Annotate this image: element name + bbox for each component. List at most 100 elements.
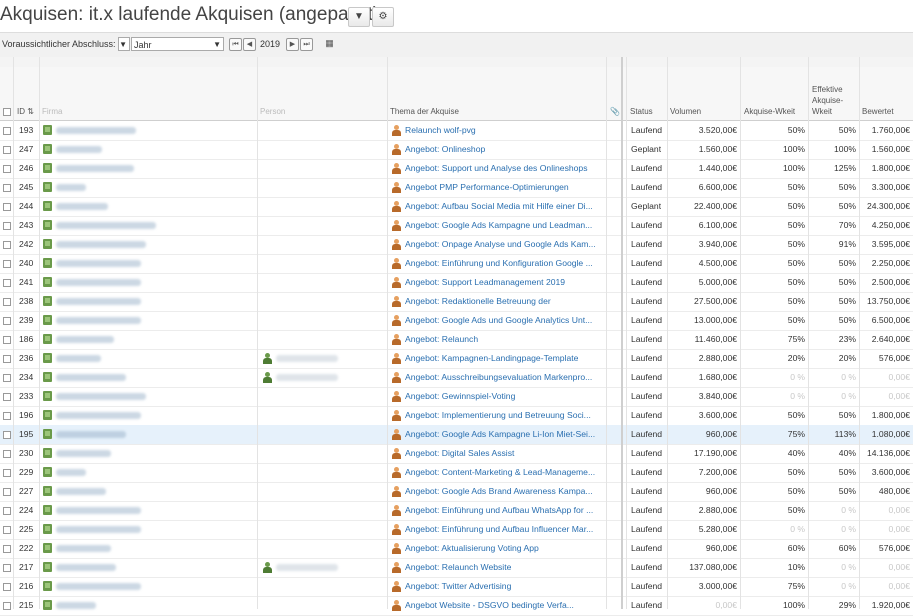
- table-row[interactable]: 238 Angebot: Redaktionelle Betreuung der L…: [0, 292, 913, 312]
- acquisition-topic-link[interactable]: Angebot: Gewinnspiel-Voting: [405, 387, 603, 406]
- company-name-redacted[interactable]: [56, 298, 141, 305]
- view-dropdown-button[interactable]: ▼: [348, 7, 370, 27]
- row-checkbox[interactable]: [3, 431, 11, 439]
- company-name-redacted[interactable]: [56, 526, 141, 533]
- table-row[interactable]: 196 Angebot: Implementierung und Betreuun…: [0, 406, 913, 426]
- table-row[interactable]: 242 Angebot: Onpage Analyse und Google Ad…: [0, 235, 913, 255]
- acquisition-topic-link[interactable]: Angebot: Google Ads und Google Analytics…: [405, 311, 603, 330]
- company-name-redacted[interactable]: [56, 127, 136, 134]
- settings-button[interactable]: ⚙: [372, 7, 394, 27]
- col-bewertet[interactable]: Bewertet: [862, 106, 894, 117]
- company-name-redacted[interactable]: [56, 507, 141, 514]
- row-checkbox[interactable]: [3, 241, 11, 249]
- company-name-redacted[interactable]: [56, 336, 114, 343]
- company-name-redacted[interactable]: [56, 450, 111, 457]
- table-row[interactable]: 222 Angebot: Aktualisierung Voting App Lau…: [0, 539, 913, 559]
- col-firma[interactable]: Firma: [42, 106, 62, 117]
- acquisition-topic-link[interactable]: Angebot: Digital Sales Assist: [405, 444, 603, 463]
- table-row[interactable]: 186 Angebot: Relaunch Laufend 11.460,00€ 75%…: [0, 330, 913, 350]
- next-period-button[interactable]: ▶: [286, 38, 299, 51]
- col-eff-wkeit[interactable]: Effektive Akquise- Wkeit: [812, 84, 843, 117]
- row-checkbox[interactable]: [3, 526, 11, 534]
- table-row[interactable]: 195 Angebot: Google Ads Kampagne Li-Ion M…: [0, 425, 913, 445]
- calendar-icon[interactable]: ▦: [324, 38, 335, 49]
- person-name-redacted[interactable]: [276, 374, 338, 381]
- row-checkbox[interactable]: [3, 336, 11, 344]
- row-checkbox[interactable]: [3, 146, 11, 154]
- company-name-redacted[interactable]: [56, 374, 126, 381]
- acquisition-topic-link[interactable]: Angebot: Einführung und Aufbau WhatsApp …: [405, 501, 603, 520]
- acquisition-topic-link[interactable]: Angebot: Content-Marketing & Lead-Manage…: [405, 463, 603, 482]
- acquisition-topic-link[interactable]: Angebot: Kampagnen-Landingpage-Template: [405, 349, 603, 368]
- acquisition-topic-link[interactable]: Angebot: Einführung und Konfiguration Go…: [405, 254, 603, 273]
- row-checkbox[interactable]: [3, 279, 11, 287]
- first-period-button[interactable]: ⏮: [229, 38, 242, 51]
- acquisition-topic-link[interactable]: Angebot: Support Leadmanagement 2019: [405, 273, 603, 292]
- table-row[interactable]: 227 Angebot: Google Ads Brand Awareness K…: [0, 482, 913, 502]
- row-checkbox[interactable]: [3, 412, 11, 420]
- acquisition-topic-link[interactable]: Angebot: Onlineshop: [405, 140, 603, 159]
- company-name-redacted[interactable]: [56, 488, 106, 495]
- acquisition-topic-link[interactable]: Angebot: Google Ads Kampagne und Leadman…: [405, 216, 603, 235]
- company-name-redacted[interactable]: [56, 564, 116, 571]
- row-checkbox[interactable]: [3, 507, 11, 515]
- table-row[interactable]: 230 Angebot: Digital Sales Assist Laufend 1…: [0, 444, 913, 464]
- company-name-redacted[interactable]: [56, 412, 141, 419]
- row-checkbox[interactable]: [3, 564, 11, 572]
- col-id[interactable]: ID ⇅: [17, 106, 34, 117]
- acquisition-topic-link[interactable]: Angebot: Redaktionelle Betreuung der: [405, 292, 603, 311]
- col-volumen[interactable]: Volumen: [670, 106, 701, 117]
- row-checkbox[interactable]: [3, 203, 11, 211]
- table-row[interactable]: 240 Angebot: Einführung und Konfiguration…: [0, 254, 913, 274]
- acquisition-topic-link[interactable]: Angebot: Implementierung und Betreuung S…: [405, 406, 603, 425]
- row-checkbox[interactable]: [3, 184, 11, 192]
- person-name-redacted[interactable]: [276, 355, 338, 362]
- table-row[interactable]: 193 Relaunch wolf-pvg Laufend 3.520,00€ 50% 5…: [0, 121, 913, 141]
- acquisition-topic-link[interactable]: Angebot: Aktualisierung Voting App: [405, 539, 603, 558]
- acquisition-topic-link[interactable]: Angebot Website - DSGVO bedingte Verfa..…: [405, 596, 603, 615]
- company-name-redacted[interactable]: [56, 583, 141, 590]
- table-row[interactable]: 247 Angebot: Onlineshop Geplant 1.560,00€ 10…: [0, 140, 913, 160]
- last-period-button[interactable]: ⏭: [300, 38, 313, 51]
- company-name-redacted[interactable]: [56, 431, 126, 438]
- row-checkbox[interactable]: [3, 317, 11, 325]
- acquisition-topic-link[interactable]: Angebot: Relaunch Website: [405, 558, 603, 577]
- table-row[interactable]: 241 Angebot: Support Leadmanagement 2019 L…: [0, 273, 913, 293]
- row-checkbox[interactable]: [3, 545, 11, 553]
- table-row[interactable]: 224 Angebot: Einführung und Aufbau WhatsA…: [0, 501, 913, 521]
- company-name-redacted[interactable]: [56, 602, 96, 609]
- row-checkbox[interactable]: [3, 488, 11, 496]
- company-name-redacted[interactable]: [56, 165, 134, 172]
- col-status[interactable]: Status: [630, 106, 653, 117]
- acquisition-topic-link[interactable]: Angebot: Einführung und Aufbau Influence…: [405, 520, 603, 539]
- table-row[interactable]: 216 Angebot: Twitter Advertising Laufend 3.…: [0, 577, 913, 597]
- acquisition-topic-link[interactable]: Angebot: Support und Analyse des Onlines…: [405, 159, 603, 178]
- table-row[interactable]: 233 Angebot: Gewinnspiel-Voting Laufend 3.8…: [0, 387, 913, 407]
- table-row[interactable]: 243 Angebot: Google Ads Kampagne und Lead…: [0, 216, 913, 236]
- row-checkbox[interactable]: [3, 222, 11, 230]
- table-row[interactable]: 215 Angebot Website - DSGVO bedingte Verf…: [0, 596, 913, 616]
- acquisition-topic-link[interactable]: Angebot PMP Performance-Optimierungen: [405, 178, 603, 197]
- company-name-redacted[interactable]: [56, 469, 86, 476]
- company-name-redacted[interactable]: [56, 184, 86, 191]
- table-row[interactable]: 217 Angebot: Relaunch Website Laufend 137.0…: [0, 558, 913, 578]
- company-name-redacted[interactable]: [56, 545, 111, 552]
- acquisition-topic-link[interactable]: Angebot: Google Ads Brand Awareness Kamp…: [405, 482, 603, 501]
- acquisition-topic-link[interactable]: Angebot: Aufbau Social Media mit Hilfe e…: [405, 197, 603, 216]
- person-name-redacted[interactable]: [276, 564, 338, 571]
- table-row[interactable]: 234 Angebot: Ausschreibungsevaluation Mar…: [0, 368, 913, 388]
- period-select[interactable]: Jahr ▼: [131, 37, 224, 51]
- col-wkeit[interactable]: Akquise-Wkeit: [744, 106, 795, 117]
- acquisition-topic-link[interactable]: Angebot: Onpage Analyse und Google Ads K…: [405, 235, 603, 254]
- table-row[interactable]: 236 Angebot: Kampagnen-Landingpage-Templa…: [0, 349, 913, 369]
- table-row[interactable]: 246 Angebot: Support und Analyse des Onli…: [0, 159, 913, 179]
- row-checkbox[interactable]: [3, 355, 11, 363]
- acquisition-topic-link[interactable]: Relaunch wolf-pvg: [405, 121, 603, 140]
- company-name-redacted[interactable]: [56, 355, 101, 362]
- row-checkbox[interactable]: [3, 127, 11, 135]
- table-row[interactable]: 229 Angebot: Content-Marketing & Lead-Man…: [0, 463, 913, 483]
- filter-field-dropdown[interactable]: ▼: [118, 37, 130, 51]
- company-name-redacted[interactable]: [56, 317, 141, 324]
- company-name-redacted[interactable]: [56, 279, 141, 286]
- row-checkbox[interactable]: [3, 469, 11, 477]
